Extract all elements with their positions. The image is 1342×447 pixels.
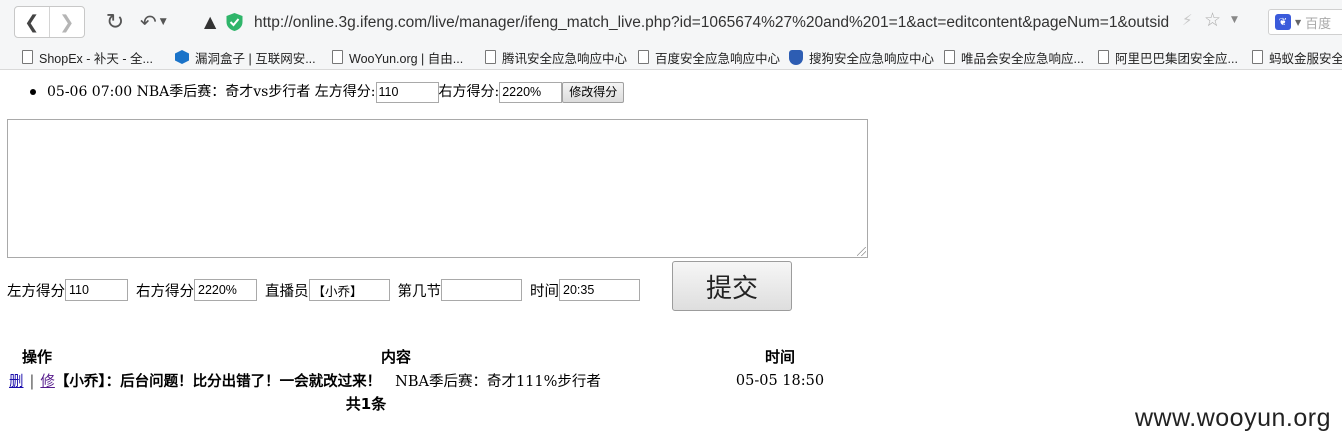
bookmark-item[interactable]: 腾讯安全应急响应中心 [485, 48, 627, 66]
bookmark-item[interactable]: 唯品会安全应急响应... [944, 48, 1084, 66]
forward-button[interactable]: ❯ [50, 7, 85, 37]
bookmark-label: 蚂蚁金服安全 [1269, 51, 1342, 66]
page-icon [332, 50, 343, 64]
page-icon [1252, 50, 1263, 64]
delete-link[interactable]: 删 [9, 374, 24, 390]
left-score-field[interactable] [65, 279, 128, 301]
bookmark-label: 搜狗安全应急响应中心 [809, 51, 935, 66]
match-text: NBA季后赛：奇才111%步行者 [395, 374, 601, 390]
right-score-label: 右方得分 [136, 283, 194, 300]
column-header-content: 内容 [380, 348, 411, 366]
bookmark-item[interactable]: ShopEx - 补天 - 全... [22, 48, 153, 66]
undo-button[interactable]: ↶ ▼ [140, 9, 180, 35]
list-item: 05-06 07:00 NBA季后赛：奇才vs步行者 左方得分: 右方得分: 修改得… [30, 81, 625, 103]
bookmark-label: 唯品会安全应急响应... [961, 51, 1084, 66]
right-score-label: 右方得分: [438, 84, 500, 100]
bookmark-label: 百度安全应急响应中心 [655, 51, 781, 66]
chevron-down-icon[interactable]: ▼ [1295, 18, 1301, 27]
live-log-table: 操作 内容 时间 删 | 修【小乔】：后台问题！比分出错了！一会就改过来！ NBA季后… [7, 344, 835, 415]
match-list: 05-06 07:00 NBA季后赛：奇才vs步行者 左方得分: 右方得分: 修改得… [30, 81, 625, 103]
action-separator: | [29, 374, 35, 390]
left-score-label: 左方得分 [7, 283, 65, 300]
host-field[interactable] [308, 279, 390, 301]
total-count: 共1条 [345, 395, 387, 413]
bookmark-star-icon[interactable]: ☆ [1204, 9, 1221, 31]
page-icon [944, 50, 955, 64]
row-time: 05-05 18:50 [735, 372, 825, 389]
table-header-row: 操作 内容 时间 [7, 344, 835, 369]
period-field[interactable] [441, 279, 522, 301]
period-label: 第几节 [397, 283, 442, 300]
chevron-down-icon: ▼ [159, 17, 167, 27]
row-actions-content: 删 | 修【小乔】：后台问题！比分出错了！一会就改过来！ NBA季后赛：奇才111%步… [7, 369, 725, 392]
page-icon [22, 50, 33, 64]
search-placeholder: 百度 [1305, 15, 1332, 31]
match-summary: 05-06 07:00 NBA季后赛：奇才vs步行者 左方得分: [47, 84, 376, 100]
bookmark-item[interactable]: 阿里巴巴集团安全应... [1098, 48, 1238, 66]
edit-score-button[interactable]: 修改得分 [562, 81, 625, 103]
page-icon [638, 50, 649, 64]
bookmark-label: 腾讯安全应急响应中心 [502, 51, 628, 66]
watermark-text: www.wooyun.org [1135, 404, 1331, 432]
search-box[interactable]: ❦ ▼ 百度 [1268, 9, 1342, 35]
column-header-actions: 操作 [21, 348, 52, 366]
bookmark-label: ShopEx - 补天 - 全... [39, 51, 153, 66]
bookmark-item[interactable]: WooYun.org | 自由... [332, 48, 463, 66]
address-bar[interactable]: http://online.3g.ifeng.com/live/manager/… [254, 12, 1174, 34]
bookmark-item[interactable]: 百度安全应急响应中心 [638, 48, 780, 66]
time-label: 时间 [530, 283, 559, 300]
browser-toolbar: ❮ ❯ ↻ ↶ ▼ ▲ http://online.3g.ifeng.com/li… [0, 0, 1342, 44]
bookmark-label: 漏洞盒子 | 互联网安... [195, 51, 316, 66]
bookmark-label: WooYun.org | 自由... [349, 51, 464, 66]
message-text: 【小乔】：后台问题！比分出错了！一会就改过来！ [54, 374, 382, 390]
table-row: 删 | 修【小乔】：后台问题！比分出错了！一会就改过来！ NBA季后赛：奇才111%步… [7, 369, 835, 392]
baidu-paw-icon: ❦ [1275, 14, 1291, 30]
back-button[interactable]: ❮ [15, 7, 50, 37]
live-entry-form: 左方得分 右方得分 直播员 第几节 时间 [7, 279, 640, 301]
sogou-shield-icon [789, 49, 803, 65]
table-footer-row: 共1条 [7, 392, 835, 415]
rocket-icon[interactable]: ▲ [204, 12, 222, 32]
bookmark-label: 阿里巴巴集团安全应... [1115, 51, 1238, 66]
host-label: 直播员 [265, 283, 309, 300]
content-textarea[interactable] [7, 119, 868, 258]
page-icon [485, 50, 496, 64]
page-icon [1098, 50, 1109, 64]
security-shield-icon[interactable] [226, 13, 243, 31]
right-score-input[interactable] [499, 81, 563, 103]
bookmark-item[interactable]: 漏洞盒子 | 互联网安... [175, 48, 316, 66]
column-header-time: 时间 [764, 348, 795, 366]
submit-button[interactable]: 提交 [672, 261, 792, 311]
right-score-field[interactable] [194, 279, 257, 301]
left-score-input[interactable] [375, 81, 439, 103]
edit-link[interactable]: 修 [40, 374, 55, 390]
reload-button[interactable]: ↻ [102, 9, 128, 35]
hexagon-box-icon [175, 50, 189, 64]
time-field[interactable] [559, 279, 640, 301]
resize-grip-icon[interactable] [857, 247, 866, 256]
bookmark-item[interactable]: 搜狗安全应急响应中心 [789, 48, 934, 66]
footer-empty-cell [725, 392, 835, 415]
chevron-down-icon[interactable]: ▼ [1231, 15, 1238, 25]
bookmark-item[interactable]: 蚂蚁金服安全 [1252, 48, 1342, 66]
bookmarks-bar: ShopEx - 补天 - 全... 漏洞盒子 | 互联网安... WooYun… [0, 44, 1342, 70]
nav-buttons: ❮ ❯ [14, 6, 85, 38]
lightning-icon[interactable]: ⚡ [1182, 11, 1193, 29]
